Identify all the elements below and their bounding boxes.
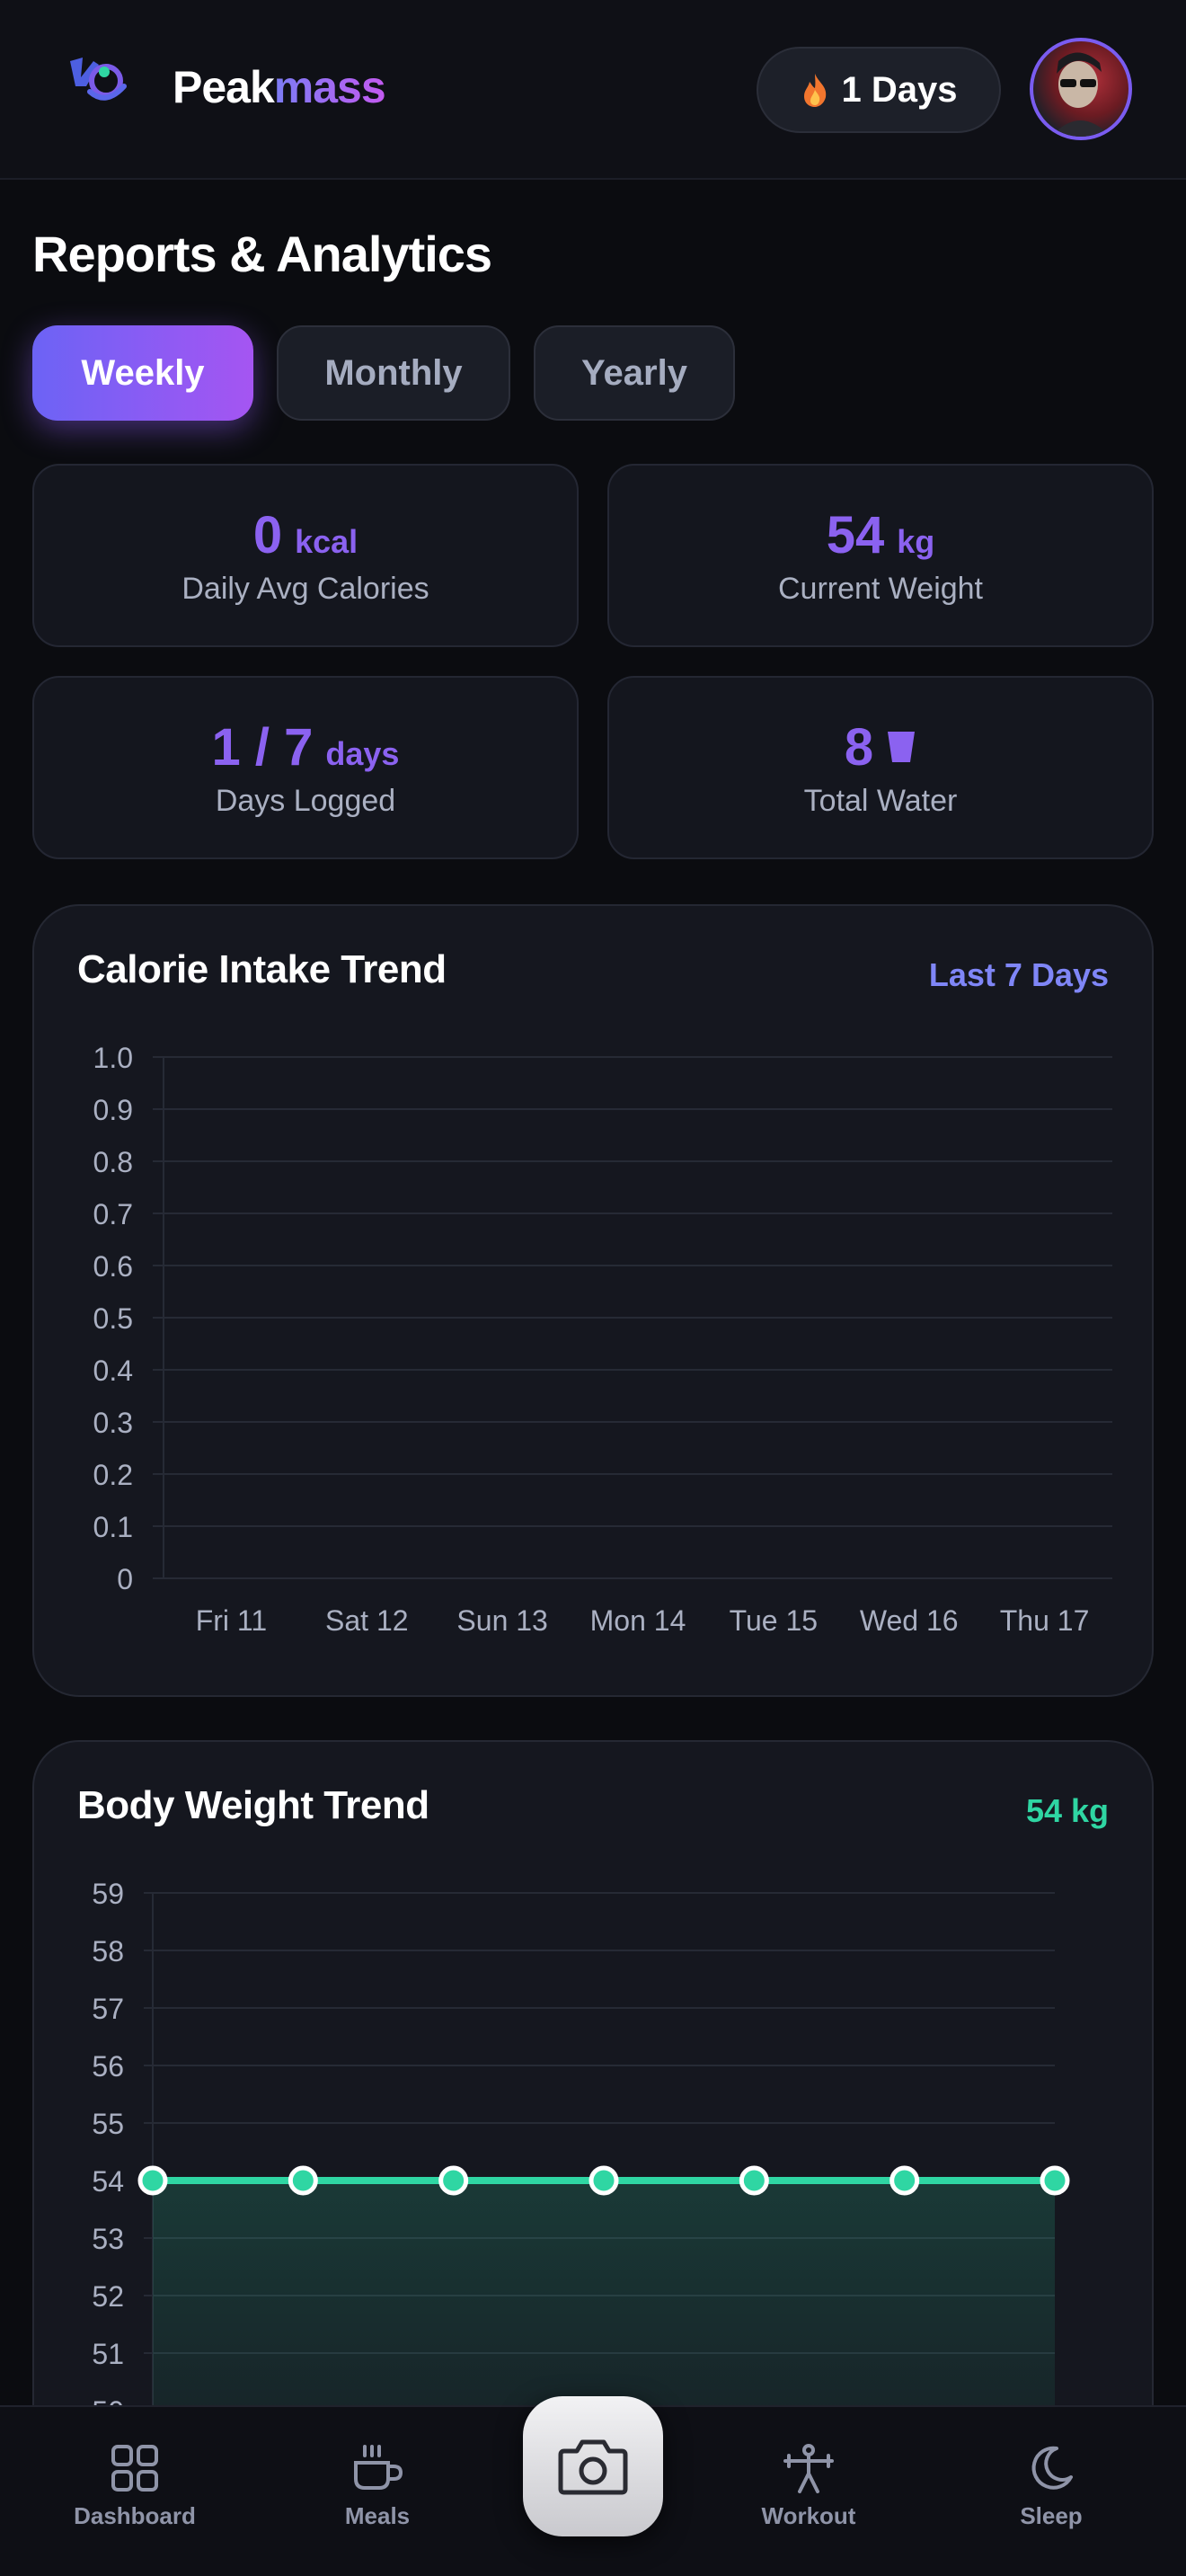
weight-chart: 59585756555453525150 bbox=[92, 1878, 1070, 2475]
y-tick-label: 54 bbox=[92, 2165, 124, 2198]
x-tick-label: Wed 16 bbox=[860, 1604, 959, 1637]
data-point bbox=[137, 2165, 168, 2196]
nav-item-dashboard[interactable]: Dashboard bbox=[45, 2443, 225, 2530]
nav-item-meals[interactable]: Meals bbox=[288, 2443, 467, 2530]
tab-weekly[interactable]: Weekly bbox=[32, 325, 253, 421]
user-avatar[interactable] bbox=[1030, 38, 1132, 140]
x-tick-label: Thu 17 bbox=[1000, 1604, 1090, 1637]
moon-icon bbox=[1031, 2446, 1073, 2490]
brand-name-part2: mass bbox=[273, 62, 386, 112]
data-point bbox=[890, 2165, 920, 2196]
period-tabs: Weekly Monthly Yearly bbox=[32, 325, 735, 421]
y-tick-label: 51 bbox=[92, 2338, 124, 2370]
data-point bbox=[438, 2165, 469, 2196]
stat-days-label: Days Logged bbox=[215, 784, 396, 818]
y-tick-label: 57 bbox=[92, 1993, 124, 2025]
y-tick-label: 0.1 bbox=[93, 1511, 133, 1543]
stat-card-days: 1 / 7 days Days Logged bbox=[32, 676, 579, 859]
calorie-chart-card: Calorie Intake Trend Last 7 Days 1.0 0.9 0… bbox=[32, 904, 1154, 1697]
y-tick-label: 0.6 bbox=[93, 1250, 133, 1283]
y-tick-label: 0.2 bbox=[93, 1459, 133, 1491]
stat-card-calories: 0 kcal Daily Avg Calories bbox=[32, 464, 579, 647]
y-tick-label: 58 bbox=[92, 1935, 124, 1968]
stat-weight-value: 54 bbox=[826, 506, 885, 564]
fire-icon bbox=[803, 74, 826, 107]
stat-weight-unit: kg bbox=[897, 523, 935, 560]
app-header: Peakmass 1 Days bbox=[0, 0, 1186, 180]
x-tick-label: Mon 14 bbox=[590, 1604, 686, 1637]
brand-name-part1: Peak bbox=[173, 62, 275, 112]
stat-card-weight: 54 kg Current Weight bbox=[607, 464, 1154, 647]
stat-days-value: 1 / 7 bbox=[211, 718, 314, 777]
y-tick-label: 0.5 bbox=[93, 1302, 133, 1335]
data-point bbox=[288, 2165, 318, 2196]
y-tick-label: 0.3 bbox=[93, 1407, 133, 1439]
stat-water-label: Total Water bbox=[803, 784, 958, 818]
nav-item-sleep[interactable]: Sleep bbox=[961, 2443, 1141, 2530]
y-tick-label: 53 bbox=[92, 2223, 124, 2255]
stat-weight-label: Current Weight bbox=[777, 572, 984, 606]
stat-water-value: 8 bbox=[844, 718, 874, 777]
weight-chart-card: Body Weight Trend 54 kg 59 58 57 56 55 54 53 52… bbox=[32, 1740, 1154, 2477]
x-tick-label: Sat 12 bbox=[325, 1604, 409, 1637]
camera-button[interactable] bbox=[523, 2396, 663, 2536]
x-tick-label: Sun 13 bbox=[456, 1604, 547, 1637]
streak-label: 1 Days bbox=[841, 69, 958, 110]
data-point bbox=[589, 2165, 619, 2196]
nav-label-dashboard: Dashboard bbox=[74, 2502, 196, 2529]
y-tick-label: 0.7 bbox=[93, 1198, 133, 1230]
nav-label-meals: Meals bbox=[344, 2502, 411, 2529]
tab-monthly[interactable]: Monthly bbox=[277, 325, 510, 421]
app-brand-name: Peakmass bbox=[173, 61, 386, 113]
y-tick-label: 55 bbox=[92, 2108, 124, 2140]
y-tick-label: 1.0 bbox=[93, 1042, 133, 1074]
data-point bbox=[1040, 2165, 1070, 2196]
x-tick-label: Tue 15 bbox=[730, 1604, 818, 1637]
app-logo-icon[interactable] bbox=[63, 50, 135, 117]
nav-item-workout[interactable]: Workout bbox=[719, 2443, 898, 2530]
grid-icon bbox=[111, 2445, 158, 2492]
streak-badge[interactable]: 1 Days bbox=[757, 47, 1001, 133]
y-tick-label: 0.4 bbox=[93, 1355, 133, 1387]
stat-days-unit: days bbox=[325, 735, 400, 772]
stat-card-water: 8 Total Water bbox=[607, 676, 1154, 859]
person-icon bbox=[783, 2444, 834, 2493]
y-tick-label: 0 bbox=[117, 1563, 133, 1595]
y-tick-label: 59 bbox=[92, 1878, 124, 1910]
y-tick-label: 0.8 bbox=[93, 1146, 133, 1178]
stat-calories-unit: kcal bbox=[295, 523, 358, 560]
camera-icon bbox=[558, 2439, 628, 2495]
cup-icon bbox=[354, 2445, 403, 2490]
data-point bbox=[739, 2165, 769, 2196]
calorie-chart: 1.0 0.9 0.8 0.7 0.6 0.5 0.4 0.3 0.2 0.1 0 Fri 11 Sat… bbox=[93, 1042, 1112, 1637]
y-tick-label: 0.9 bbox=[93, 1094, 133, 1126]
stat-calories-value: 0 bbox=[252, 506, 283, 564]
stat-calories-label: Daily Avg Calories bbox=[181, 572, 429, 606]
cup-icon bbox=[888, 732, 916, 762]
x-tick-label: Fri 11 bbox=[196, 1604, 267, 1637]
nav-label-sleep: Sleep bbox=[1020, 2502, 1083, 2529]
y-tick-label: 56 bbox=[92, 2050, 124, 2083]
tab-yearly[interactable]: Yearly bbox=[534, 325, 735, 421]
y-tick-label: 52 bbox=[92, 2280, 124, 2313]
nav-label-workout: Workout bbox=[761, 2502, 856, 2529]
page-title: Reports & Analytics bbox=[32, 226, 492, 282]
